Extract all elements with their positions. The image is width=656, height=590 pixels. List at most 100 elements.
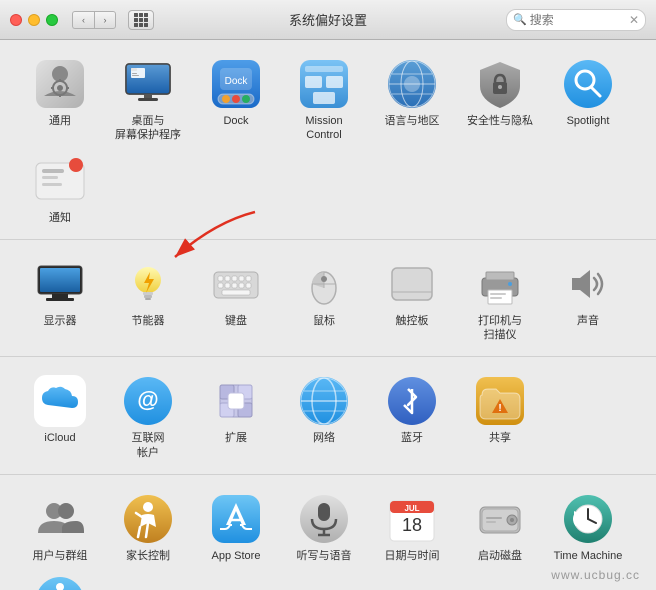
dictation-label: 听写与语音	[297, 549, 352, 563]
pref-desktop[interactable]: 桌面与屏幕保护程序	[104, 52, 192, 149]
users-label: 用户与群组	[33, 549, 88, 563]
pref-startup[interactable]: 启动磁盘	[456, 487, 544, 569]
watermark: www.ucbug.cc	[551, 568, 640, 582]
printer-icon	[474, 258, 526, 310]
svg-text:Dock: Dock	[225, 76, 249, 87]
pref-trackpad[interactable]: 触控板	[368, 252, 456, 349]
pref-mission[interactable]: MissionControl	[280, 52, 368, 149]
mission-icon	[298, 58, 350, 110]
pref-energy[interactable]: 节能器	[104, 252, 192, 349]
desktop-label: 桌面与屏幕保护程序	[115, 114, 181, 143]
general-icon	[34, 58, 86, 110]
sharing-label: 共享	[489, 431, 511, 445]
mouse-label: 鼠标	[313, 314, 335, 328]
language-label: 语言与地区	[385, 114, 440, 128]
pref-users[interactable]: 用户与群组	[16, 487, 104, 569]
grid-view-button[interactable]	[128, 10, 154, 30]
trackpad-icon	[386, 258, 438, 310]
datetime-label: 日期与时间	[385, 549, 440, 563]
parental-label: 家长控制	[126, 549, 170, 563]
titlebar: ‹ › 系统偏好设置 🔍 ✕	[0, 0, 656, 40]
security-icon	[474, 58, 526, 110]
pref-timemachine[interactable]: Time Machine	[544, 487, 632, 569]
pref-language[interactable]: 语言与地区	[368, 52, 456, 149]
general-label: 通用	[49, 114, 71, 128]
pref-security[interactable]: 安全性与隐私	[456, 52, 544, 149]
energy-label: 节能器	[132, 314, 165, 328]
section3-grid: iCloud @ 互联网帐户	[16, 369, 640, 466]
pref-notification[interactable]: 通知	[16, 149, 104, 231]
icloud-icon	[34, 375, 86, 427]
back-button[interactable]: ‹	[72, 11, 94, 29]
dock-icon: Dock	[210, 58, 262, 110]
sound-icon	[562, 258, 614, 310]
titlebar-left: ‹ ›	[10, 10, 154, 30]
search-icon: 🔍	[513, 13, 527, 26]
svg-text:JUL: JUL	[404, 504, 419, 513]
icloud-label: iCloud	[44, 431, 75, 445]
section-personal: 通用	[0, 40, 656, 240]
pref-internet[interactable]: @ 互联网帐户	[104, 369, 192, 466]
grid-icon	[134, 13, 148, 27]
search-input[interactable]	[530, 13, 626, 27]
pref-general[interactable]: 通用	[16, 52, 104, 149]
zoom-button[interactable]	[46, 14, 58, 26]
timemachine-label: Time Machine	[554, 549, 623, 563]
close-button[interactable]	[10, 14, 22, 26]
minimize-button[interactable]	[28, 14, 40, 26]
pref-parental[interactable]: 家长控制	[104, 487, 192, 569]
pref-appstore[interactable]: App Store	[192, 487, 280, 569]
network-label: 网络	[313, 431, 335, 445]
bluetooth-icon	[386, 375, 438, 427]
pref-spotlight[interactable]: Spotlight	[544, 52, 632, 149]
energy-icon	[122, 258, 174, 310]
desktop-icon	[122, 58, 174, 110]
extensions-icon	[210, 375, 262, 427]
language-icon	[386, 58, 438, 110]
pref-icloud[interactable]: iCloud	[16, 369, 104, 466]
pref-mouse[interactable]: 鼠标	[280, 252, 368, 349]
pref-extensions[interactable]: 扩展	[192, 369, 280, 466]
svg-text:!: !	[498, 403, 501, 414]
keyboard-label: 键盘	[225, 314, 247, 328]
section-hardware: 显示器	[0, 240, 656, 358]
startup-label: 启动磁盘	[478, 549, 522, 563]
appstore-icon	[210, 493, 262, 545]
notification-label: 通知	[49, 211, 71, 225]
pref-bluetooth[interactable]: 蓝牙	[368, 369, 456, 466]
pref-sharing[interactable]: ! 共享	[456, 369, 544, 466]
users-icon	[34, 493, 86, 545]
spotlight-icon	[562, 58, 614, 110]
svg-text:18: 18	[402, 515, 422, 535]
traffic-lights	[10, 14, 58, 26]
pref-accessibility[interactable]: 辅助功能	[16, 569, 104, 590]
parental-icon	[122, 493, 174, 545]
section4-grid: 用户与群组	[16, 487, 640, 590]
pref-printer[interactable]: 打印机与扫描仪	[456, 252, 544, 349]
search-clear-button[interactable]: ✕	[629, 13, 639, 27]
svg-text:@: @	[137, 387, 158, 412]
sharing-icon: !	[474, 375, 526, 427]
accessibility-icon	[34, 575, 86, 590]
search-box[interactable]: 🔍 ✕	[506, 9, 646, 31]
pref-display[interactable]: 显示器	[16, 252, 104, 349]
mission-label: MissionControl	[305, 114, 342, 143]
pref-keyboard[interactable]: 键盘	[192, 252, 280, 349]
pref-datetime[interactable]: JUL 18 日期与时间	[368, 487, 456, 569]
trackpad-label: 触控板	[396, 314, 429, 328]
pref-dock[interactable]: Dock Dock	[192, 52, 280, 149]
pref-dictation[interactable]: 听写与语音	[280, 487, 368, 569]
forward-button[interactable]: ›	[94, 11, 116, 29]
spotlight-label: Spotlight	[567, 114, 610, 128]
dock-label: Dock	[223, 114, 248, 128]
pref-network[interactable]: 网络	[280, 369, 368, 466]
startup-icon	[474, 493, 526, 545]
sound-label: 声音	[577, 314, 599, 328]
keyboard-icon	[210, 258, 262, 310]
internet-icon: @	[122, 375, 174, 427]
datetime-icon: JUL 18	[386, 493, 438, 545]
security-label: 安全性与隐私	[467, 114, 533, 128]
printer-label: 打印机与扫描仪	[478, 314, 522, 343]
nav-buttons: ‹ ›	[72, 11, 116, 29]
pref-sound[interactable]: 声音	[544, 252, 632, 349]
